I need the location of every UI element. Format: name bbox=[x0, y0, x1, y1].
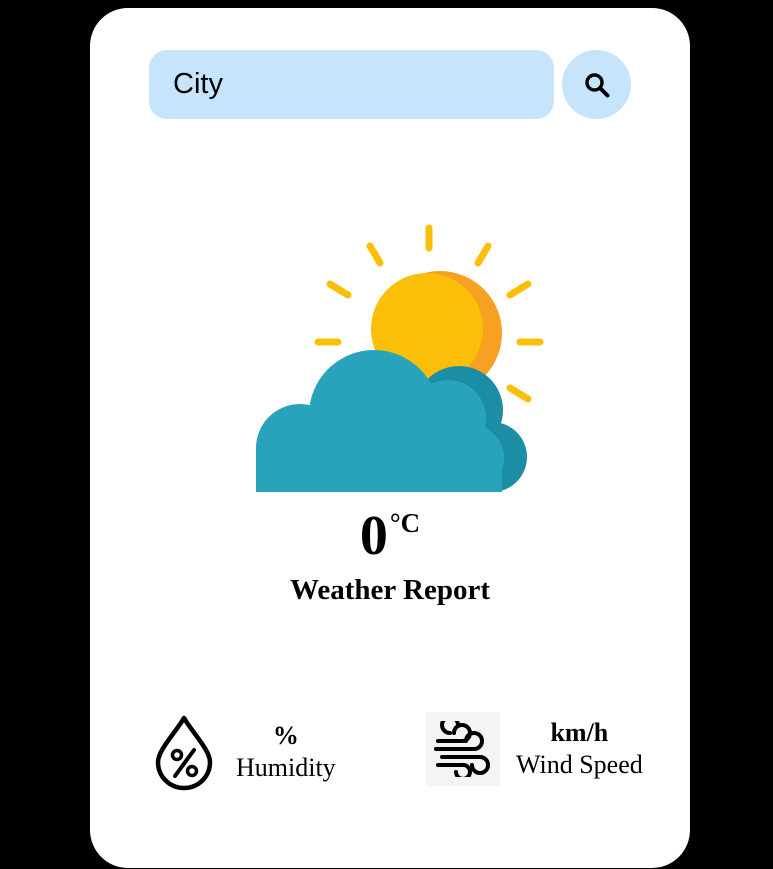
search-input[interactable] bbox=[149, 50, 554, 119]
humidity-text: % Humidity bbox=[236, 720, 336, 784]
humidity-value: % bbox=[272, 721, 299, 750]
wind-text: km/h Wind Speed bbox=[516, 717, 643, 781]
temperature-value: 0 bbox=[359, 505, 388, 567]
wind-speed-value: km/h bbox=[550, 718, 609, 747]
sun-behind-cloud-icon bbox=[256, 224, 544, 492]
wind-stat: km/h Wind Speed bbox=[426, 712, 643, 786]
humidity-drop-icon bbox=[155, 715, 213, 791]
temperature-display: 0°C bbox=[90, 508, 690, 564]
search-button[interactable] bbox=[562, 50, 631, 119]
temperature-unit: °C bbox=[389, 508, 421, 538]
humidity-stat: % Humidity bbox=[152, 712, 336, 792]
wind-speed-label: Wind Speed bbox=[516, 750, 643, 779]
humidity-label: Humidity bbox=[236, 753, 336, 782]
search-icon bbox=[584, 72, 609, 97]
weather-condition: Weather Report bbox=[290, 574, 490, 606]
wind-icon-box bbox=[426, 712, 500, 786]
wind-icon bbox=[434, 721, 490, 777]
weather-card: 0°C Weather Report % Humidity bbox=[90, 8, 690, 868]
